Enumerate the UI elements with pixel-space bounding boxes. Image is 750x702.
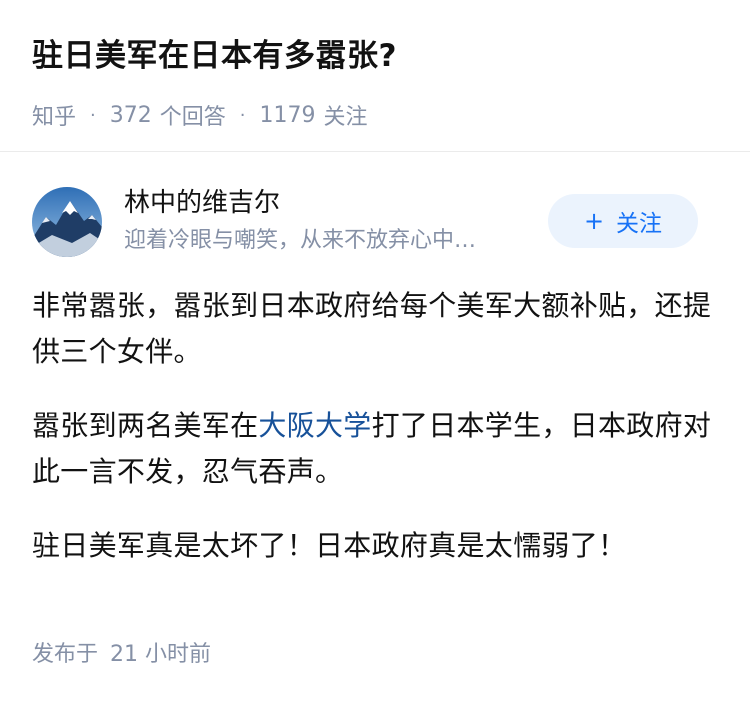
author-row: 林中的维吉尔 迎着冷眼与嘲笑，从来不放弃心中… + 关注 (32, 184, 712, 260)
followers-count: 1179 (259, 102, 316, 128)
mountain-avatar-image (32, 187, 102, 257)
osaka-university-link[interactable]: 大阪大学 (258, 409, 371, 442)
followers-label: 关注 (323, 105, 368, 130)
divider (0, 151, 750, 152)
author-name[interactable]: 林中的维吉尔 (124, 186, 280, 220)
follow-button[interactable]: + 关注 (548, 194, 698, 248)
publish-label: 发布于 (32, 642, 99, 667)
answer-paragraph: 驻日美军真是太坏了！日本政府真是太懦弱了！ (32, 529, 627, 562)
follow-label: 关注 (616, 211, 663, 237)
author-bio: 迎着冷眼与嘲笑，从来不放弃心中… (124, 228, 477, 253)
answer-paragraph: 嚣张到两名美军在大阪大学打了日本学生，日本政府对此一言不发，忍气吞声。 (32, 403, 722, 495)
answers-label[interactable]: 个回答 (160, 99, 226, 131)
question-header: 驻日美军在日本有多嚣张? 知乎 · 372 个回答 · 1179 关注 (32, 34, 730, 130)
answer-paragraph: 非常嚣张，嚣张到日本政府给每个美军大额补贴，还提供三个女伴。 (32, 289, 712, 368)
separator-dot: · (90, 104, 96, 126)
source-label[interactable]: 知乎 (32, 99, 76, 131)
answers-count: 372 (109, 102, 152, 128)
answer-page: 驻日美军在日本有多嚣张? 知乎 · 372 个回答 · 1179 关注 林中的维… (0, 0, 750, 702)
plus-icon: + (583, 207, 605, 235)
answer-content: 非常嚣张，嚣张到日本政府给每个美军大额补贴，还提供三个女伴。 嚣张到两名美军在大… (32, 283, 722, 597)
publish-time[interactable]: 21 小时前 (110, 642, 211, 667)
answer-text: 嚣张到两名美军在 (32, 409, 259, 442)
publish-info: 发布于 21 小时前 (32, 636, 223, 668)
question-title[interactable]: 驻日美军在日本有多嚣张? (32, 34, 730, 78)
avatar[interactable] (32, 187, 102, 257)
separator-dot: · (239, 104, 246, 126)
question-meta: 知乎 · 372 个回答 · 1179 关注 (32, 99, 730, 131)
